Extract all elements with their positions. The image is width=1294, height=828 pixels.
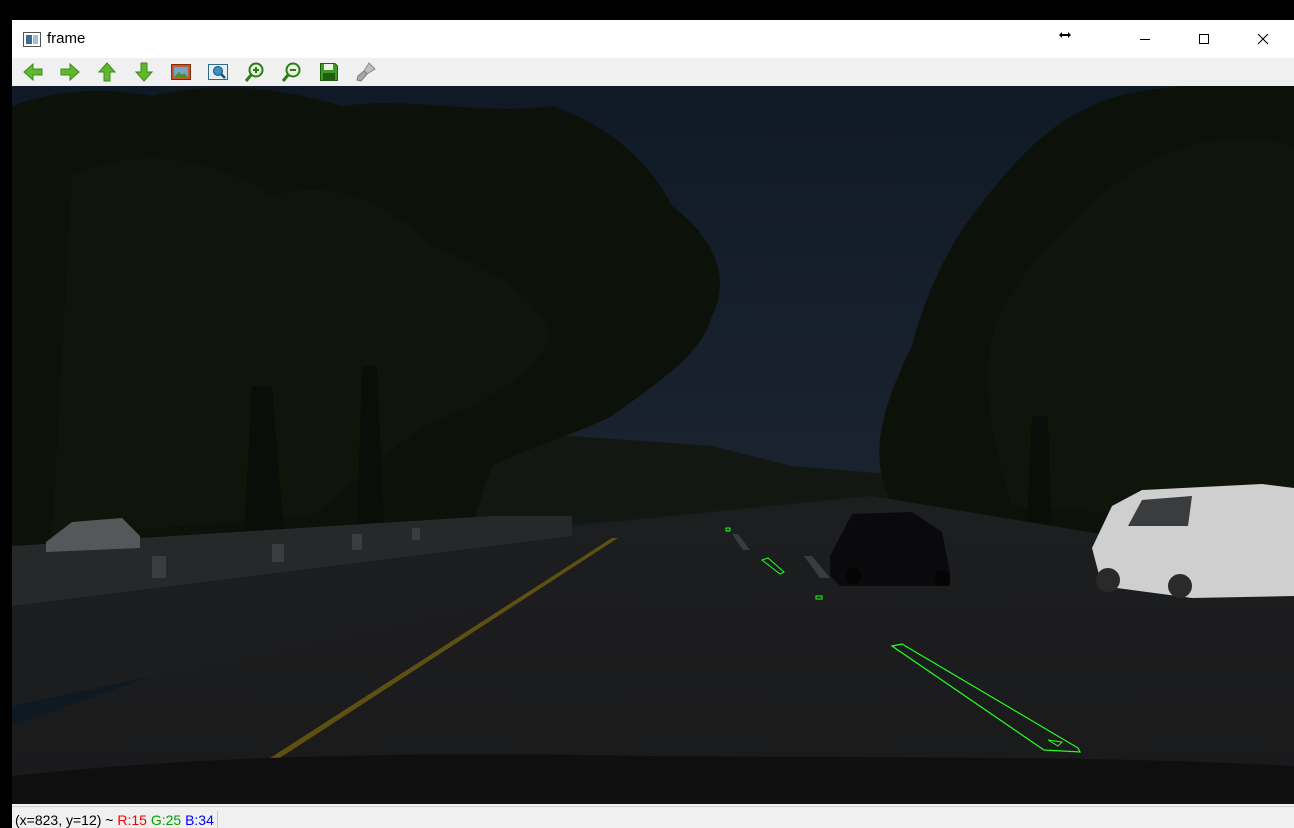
pixel-info: (x=823, y=12) ~ R:15 G:25 B:34	[15, 812, 214, 828]
properties-button[interactable]	[353, 60, 379, 84]
arrow-right-icon	[60, 62, 80, 82]
arrow-down-icon	[134, 62, 154, 82]
opencv-window: frame (x=823, y=12) ~ R:15 G:25 B:34	[12, 20, 1294, 828]
properties-brush-icon	[356, 62, 376, 82]
pan-right-button[interactable]	[57, 60, 83, 84]
blue-value: B:34	[185, 812, 214, 828]
zoom-original-icon	[208, 64, 228, 80]
window-title: frame	[47, 30, 86, 47]
toolbar	[12, 58, 1294, 86]
zoom-fit-button[interactable]	[168, 60, 194, 84]
zoom-in-icon	[244, 62, 264, 82]
pan-up-button[interactable]	[94, 60, 120, 84]
pan-left-button[interactable]	[20, 60, 46, 84]
pan-down-button[interactable]	[131, 60, 157, 84]
close-button[interactable]	[1234, 20, 1292, 58]
save-icon	[320, 63, 338, 81]
road-scene-image	[12, 86, 1294, 804]
maximize-icon	[1199, 34, 1209, 44]
status-bar: (x=823, y=12) ~ R:15 G:25 B:34	[12, 806, 1294, 828]
resize-cursor-icon	[1058, 28, 1072, 47]
status-separator	[217, 811, 218, 828]
title-bar[interactable]: frame	[12, 20, 1294, 59]
close-icon	[1257, 33, 1269, 45]
save-button[interactable]	[316, 60, 342, 84]
arrow-up-icon	[97, 62, 117, 82]
zoom-out-icon	[281, 62, 301, 82]
zoom-fit-icon	[171, 64, 191, 80]
image-viewport[interactable]	[12, 86, 1294, 804]
zoom-in-button[interactable]	[242, 60, 268, 84]
app-icon	[23, 32, 41, 52]
cursor-coords: (x=823, y=12) ~	[15, 812, 114, 828]
minimize-button[interactable]	[1116, 20, 1174, 58]
arrow-left-icon	[23, 62, 43, 82]
zoom-out-button[interactable]	[279, 60, 305, 84]
green-value: G:25	[150, 812, 182, 828]
red-value: R:15	[117, 812, 147, 828]
maximize-button[interactable]	[1175, 20, 1233, 58]
zoom-original-button[interactable]	[205, 60, 231, 84]
minimize-icon	[1140, 39, 1150, 40]
